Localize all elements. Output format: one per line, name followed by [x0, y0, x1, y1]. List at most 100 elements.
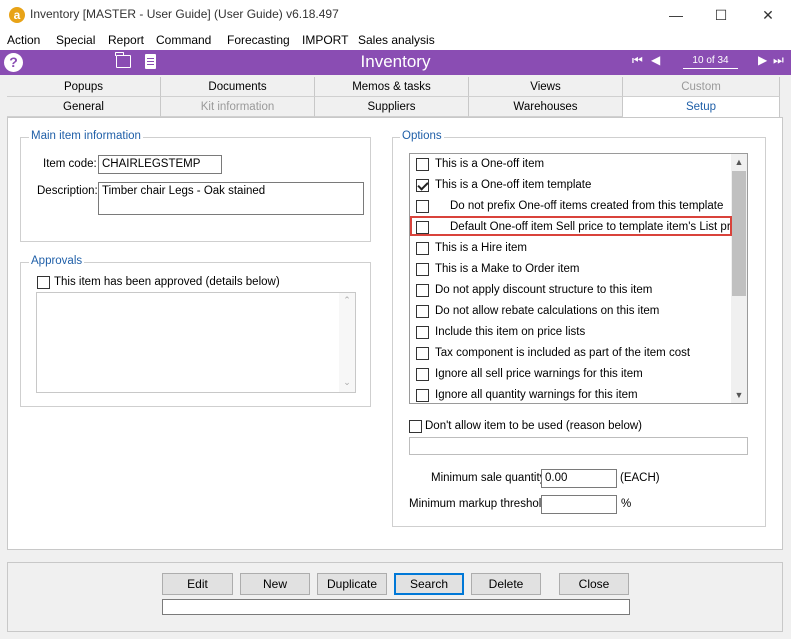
menu-import[interactable]: IMPORT	[302, 33, 348, 47]
menu-command[interactable]: Command	[156, 33, 211, 47]
option-checkbox[interactable]	[416, 158, 429, 171]
delete-button[interactable]: Delete	[471, 573, 541, 595]
option-checkbox[interactable]	[416, 305, 429, 318]
option-checkbox[interactable]	[416, 200, 429, 213]
min-sale-qty-label: Minimum sale quantity:	[431, 472, 549, 484]
folder-icon[interactable]	[115, 52, 131, 68]
menu-forecasting[interactable]: Forecasting	[227, 33, 290, 47]
option-label: This is a One-off item template	[435, 179, 592, 191]
tab-memos-tasks[interactable]: Memos & tasks	[315, 77, 469, 97]
min-sale-qty-unit: (EACH)	[620, 472, 660, 484]
help-icon[interactable]: ?	[4, 53, 23, 72]
option-label: Do not prefix One-off items created from…	[450, 200, 724, 212]
scroll-up-icon[interactable]: ⌃	[339, 295, 355, 306]
title-bar: a Inventory [MASTER - User Guide] (User …	[0, 0, 791, 30]
menu-report[interactable]: Report	[108, 33, 144, 47]
approval-details-box[interactable]: ⌃ ⌄	[36, 292, 356, 393]
option-no-rebate[interactable]: Do not allow rebate calculations on this…	[410, 301, 732, 322]
dont-allow-checkbox[interactable]	[409, 420, 422, 433]
options-list: This is a One-off item This is a One-off…	[409, 153, 748, 404]
last-record-icon[interactable]: ⏭	[773, 53, 784, 68]
menu-special[interactable]: Special	[56, 33, 95, 47]
tab-setup[interactable]: Setup	[623, 97, 780, 117]
menu-sales-analysis[interactable]: Sales analysis	[358, 33, 435, 47]
search-button[interactable]: Search	[394, 573, 464, 595]
min-markup-label: Minimum markup threshold:	[409, 498, 551, 510]
new-button[interactable]: New	[240, 573, 310, 595]
approval-details-scrollbar[interactable]: ⌃ ⌄	[339, 293, 355, 392]
duplicate-button[interactable]: Duplicate	[317, 573, 387, 595]
options-title: Options	[400, 130, 444, 142]
option-price-lists[interactable]: Include this item on price lists	[410, 322, 732, 343]
option-checkbox[interactable]	[416, 368, 429, 381]
close-button[interactable]: Close	[559, 573, 629, 595]
scroll-up-icon[interactable]: ▲	[731, 154, 747, 170]
option-checkbox[interactable]	[416, 242, 429, 255]
approved-checkbox[interactable]	[37, 276, 50, 289]
options-scrollbar[interactable]: ▲ ▼	[731, 154, 747, 403]
option-label: Ignore all sell price warnings for this …	[435, 368, 643, 380]
minimize-icon[interactable]: —	[653, 0, 699, 30]
maximize-icon[interactable]: ☐	[698, 0, 744, 30]
description-label: Description:	[37, 185, 98, 197]
option-one-off-template[interactable]: This is a One-off item template	[410, 175, 732, 196]
document-icon[interactable]	[145, 54, 156, 69]
main-item-info-title: Main item information	[29, 130, 143, 142]
option-checkbox[interactable]	[416, 179, 429, 192]
highlight-frame	[410, 216, 732, 236]
option-one-off-item[interactable]: This is a One-off item	[410, 154, 732, 175]
option-tax-included[interactable]: Tax component is included as part of the…	[410, 343, 732, 364]
approvals-title: Approvals	[29, 255, 85, 267]
option-ignore-qty-warnings[interactable]: Ignore all quantity warnings for this it…	[410, 385, 732, 403]
edit-button[interactable]: Edit	[162, 573, 233, 595]
dont-allow-label: Don't allow item to be used (reason belo…	[425, 420, 642, 432]
option-label: This is a One-off item	[435, 158, 545, 170]
option-no-discount[interactable]: Do not apply discount structure to this …	[410, 280, 732, 301]
item-code-label: Item code:	[43, 158, 97, 170]
menu-action[interactable]: Action	[7, 33, 40, 47]
item-code-field[interactable]: CHAIRLEGSTEMP	[98, 155, 222, 174]
option-checkbox[interactable]	[416, 389, 429, 402]
close-window-icon[interactable]: ✕	[745, 0, 791, 30]
tab-documents[interactable]: Documents	[161, 77, 315, 97]
status-bar-field	[162, 599, 630, 615]
option-do-not-prefix[interactable]: Do not prefix One-off items created from…	[410, 196, 732, 217]
scroll-down-icon[interactable]: ⌄	[339, 377, 355, 388]
option-label: Do not allow rebate calculations on this…	[435, 305, 660, 317]
approved-label: This item has been approved (details bel…	[54, 276, 280, 288]
tab-kit-information[interactable]: Kit information	[161, 97, 315, 117]
option-label: Do not apply discount structure to this …	[435, 284, 653, 296]
scroll-down-icon[interactable]: ▼	[731, 387, 747, 403]
option-checkbox[interactable]	[416, 284, 429, 297]
option-hire-item[interactable]: This is a Hire item	[410, 238, 732, 259]
description-field[interactable]: Timber chair Legs - Oak stained	[98, 182, 364, 215]
option-label: Ignore all quantity warnings for this it…	[435, 389, 638, 401]
option-checkbox[interactable]	[416, 347, 429, 360]
option-label: Include this item on price lists	[435, 326, 586, 338]
dont-allow-reason-field[interactable]	[409, 437, 748, 455]
first-record-icon[interactable]: ⏮	[632, 53, 643, 68]
previous-record-icon[interactable]: ◀	[651, 53, 660, 67]
tab-popups[interactable]: Popups	[7, 77, 161, 97]
option-label: Tax component is included as part of the…	[435, 347, 691, 359]
tab-general[interactable]: General	[7, 97, 161, 117]
toolbar: Inventory ? ⏮ ◀ 10 of 34 ▶ ⏭	[0, 50, 791, 75]
tab-custom[interactable]: Custom	[623, 77, 780, 97]
option-checkbox[interactable]	[416, 326, 429, 339]
tab-suppliers[interactable]: Suppliers	[315, 97, 469, 117]
app-logo-icon: a	[9, 7, 25, 23]
min-markup-field[interactable]	[541, 495, 617, 514]
menu-bar: Action Special Report Command Forecastin…	[0, 30, 791, 50]
next-record-icon[interactable]: ▶	[758, 53, 767, 67]
option-checkbox[interactable]	[416, 263, 429, 276]
tab-warehouses[interactable]: Warehouses	[469, 97, 623, 117]
scroll-thumb[interactable]	[732, 171, 746, 296]
tab-views[interactable]: Views	[469, 77, 623, 97]
min-sale-qty-field[interactable]: 0.00	[541, 469, 617, 488]
window-title: Inventory [MASTER - User Guide] (User Gu…	[30, 7, 339, 21]
option-ignore-price-warnings[interactable]: Ignore all sell price warnings for this …	[410, 364, 732, 385]
option-make-to-order[interactable]: This is a Make to Order item	[410, 259, 732, 280]
record-counter[interactable]: 10 of 34	[683, 54, 738, 69]
min-markup-unit: %	[621, 498, 632, 510]
option-label: This is a Make to Order item	[435, 263, 580, 275]
